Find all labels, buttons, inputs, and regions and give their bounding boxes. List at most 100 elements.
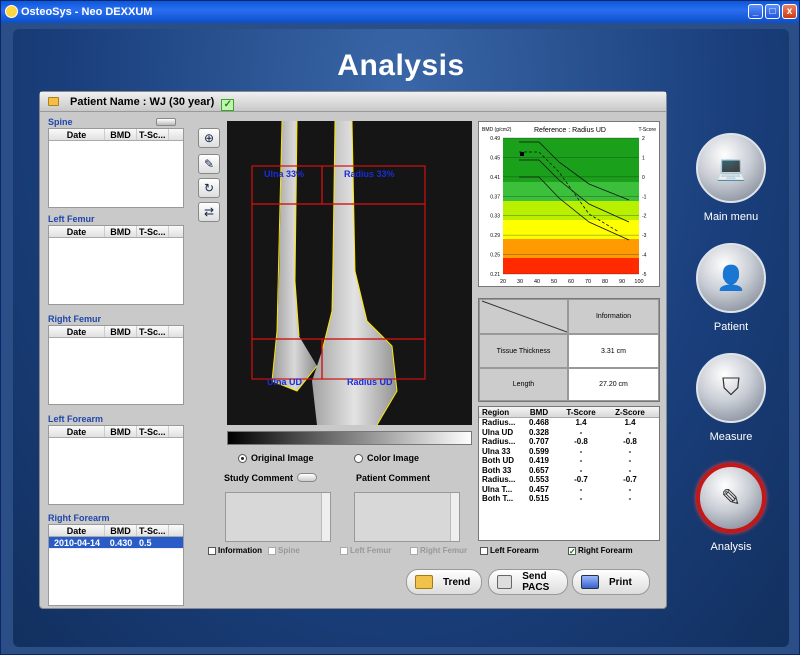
check-mark-icon[interactable]: ✓: [568, 546, 576, 555]
color-image-radio[interactable]: Color Image: [354, 453, 419, 463]
original-image-radio[interactable]: Original Image: [238, 453, 314, 463]
diagonal-header-cell: [479, 299, 568, 334]
right-forearm-checkbox[interactable]: ✓ Right Forearm: [568, 546, 633, 555]
checkbox-box[interactable]: [480, 546, 488, 555]
col-bmd[interactable]: BMD: [105, 326, 137, 337]
confirm-check-icon[interactable]: ✓: [221, 99, 235, 111]
col-tscore[interactable]: T-Sc...: [137, 129, 169, 140]
table-row[interactable]: Radius... 0.553 -0.7 -0.7: [479, 475, 659, 485]
reanalyze-icon[interactable]: ⇄: [198, 202, 220, 222]
t-tick-label: -5: [642, 272, 647, 278]
spine-view-button[interactable]: [156, 118, 176, 126]
folder-icon[interactable]: [48, 97, 59, 106]
col-date[interactable]: Date: [49, 129, 105, 140]
y-tick-label: 0.21: [490, 272, 500, 278]
trend-button[interactable]: Trend: [406, 569, 482, 595]
checkbox-box[interactable]: [268, 546, 276, 555]
edit-roi-icon[interactable]: ✎: [198, 154, 220, 174]
zone-band: [503, 220, 639, 239]
close-button[interactable]: x: [782, 4, 797, 19]
row-tscore: 0.5: [139, 538, 152, 548]
col-tscore[interactable]: T-Sc...: [137, 326, 169, 337]
diagonal-line: [481, 300, 567, 333]
nav-patient[interactable]: 👤 Patient: [693, 243, 769, 333]
checkbox-label: Left Femur: [350, 546, 392, 555]
history-table[interactable]: Date BMD T-Sc...: [48, 128, 184, 208]
history-table[interactable]: Date BMD T-Sc...: [48, 425, 184, 505]
col-bmd[interactable]: BMD: [105, 525, 137, 536]
minimize-button[interactable]: _: [748, 4, 763, 19]
nav-analysis[interactable]: ✎ Analysis: [693, 463, 769, 553]
table-row[interactable]: Both UD 0.419 - -: [479, 456, 659, 466]
scrollbar[interactable]: [321, 493, 330, 541]
scrollbar[interactable]: [450, 493, 459, 541]
checkbox-box[interactable]: [340, 546, 348, 555]
cell-bmd: 0.599: [528, 446, 550, 456]
col-date[interactable]: Date: [49, 326, 105, 337]
col-region[interactable]: Region: [479, 407, 523, 417]
checkbox-box[interactable]: [410, 546, 418, 555]
spine-checkbox[interactable]: Spine: [268, 546, 300, 555]
cell-tscore: -: [579, 484, 583, 494]
study-comment-box[interactable]: [225, 492, 331, 542]
section-title: Right Forearm: [48, 513, 110, 523]
x-tick-label: 100: [634, 279, 643, 285]
cell-tscore: -0.7: [574, 475, 588, 484]
laptop-icon[interactable]: 💻: [696, 133, 766, 203]
pencil-icon[interactable]: [297, 473, 318, 482]
cell-bmd: 0.328: [528, 427, 550, 437]
cell-zscore: -: [628, 446, 632, 456]
y-tick-label: 0.25: [490, 253, 500, 259]
section-title: Left Forearm: [48, 414, 104, 424]
rotate-icon[interactable]: ↻: [198, 178, 220, 198]
history-table[interactable]: Date BMD T-Sc...: [48, 325, 184, 405]
table-row[interactable]: Ulna T... 0.457 - -: [479, 485, 659, 495]
x-tick-label: 60: [568, 279, 574, 285]
col-date[interactable]: Date: [49, 525, 105, 536]
col-date[interactable]: Date: [49, 226, 105, 237]
table-row[interactable]: Ulna UD 0.328 - -: [479, 428, 659, 438]
t-tick-label: 1: [642, 155, 645, 161]
history-table[interactable]: Date BMD T-Sc... 2010-04-14 0.430 0.5: [48, 524, 184, 606]
col-bmd[interactable]: BMD: [523, 407, 555, 417]
scanner-icon[interactable]: ⛉: [696, 353, 766, 423]
left-femur-checkbox[interactable]: Left Femur: [340, 546, 391, 555]
table-row[interactable]: Radius... 0.468 1.4 1.4: [479, 418, 659, 428]
nav-label: Patient: [713, 321, 749, 333]
print-button[interactable]: Print: [572, 569, 650, 595]
nav-main-menu[interactable]: 💻 Main menu: [693, 133, 769, 223]
maximize-button[interactable]: □: [765, 4, 780, 19]
send-pacs-button[interactable]: Send PACS: [488, 569, 568, 595]
col-bmd[interactable]: BMD: [105, 226, 137, 237]
region-results-table[interactable]: Region BMD T-Score Z-Score Radius... 0.46…: [478, 406, 660, 541]
history-table[interactable]: Date BMD T-Sc...: [48, 225, 184, 305]
table-row[interactable]: Radius... 0.707 -0.8 -0.8: [479, 437, 659, 447]
pen-icon[interactable]: ✎: [696, 463, 766, 533]
right-femur-checkbox[interactable]: Right Femur: [410, 546, 467, 555]
patient-name-value: : WJ (30 year): [142, 96, 215, 108]
roi-target-icon[interactable]: ⊕: [198, 128, 220, 148]
scan-image[interactable]: Ulna 33% Radius 33% Ulna UD Radius UD: [227, 121, 472, 425]
contrast-bar[interactable]: [227, 431, 472, 445]
col-tscore[interactable]: T-Sc...: [137, 226, 169, 237]
table-row[interactable]: Both T... 0.515 - -: [479, 494, 659, 504]
col-zscore[interactable]: Z-Score: [607, 407, 653, 417]
information-checkbox[interactable]: Information: [208, 546, 262, 555]
left-forearm-checkbox[interactable]: Left Forearm: [480, 546, 539, 555]
col-date[interactable]: Date: [49, 426, 105, 437]
col-tscore[interactable]: T-Sc...: [137, 525, 169, 536]
radio-dot[interactable]: [238, 453, 247, 463]
col-tscore[interactable]: T-Score: [555, 407, 607, 417]
radio-dot[interactable]: [354, 453, 363, 463]
nav-measure[interactable]: ⛉ Measure: [693, 353, 769, 443]
col-bmd[interactable]: BMD: [105, 426, 137, 437]
patient-comment-box[interactable]: [354, 492, 460, 542]
col-tscore[interactable]: T-Sc...: [137, 426, 169, 437]
patient-icon[interactable]: 👤: [696, 243, 766, 313]
cell-region: Ulna UD: [482, 427, 514, 437]
table-row[interactable]: 2010-04-14 0.430 0.5: [49, 537, 183, 549]
table-row[interactable]: Both 33 0.657 - -: [479, 466, 659, 476]
table-row[interactable]: Ulna 33 0.599 - -: [479, 447, 659, 457]
checkbox-box[interactable]: [208, 546, 216, 555]
col-bmd[interactable]: BMD: [105, 129, 137, 140]
